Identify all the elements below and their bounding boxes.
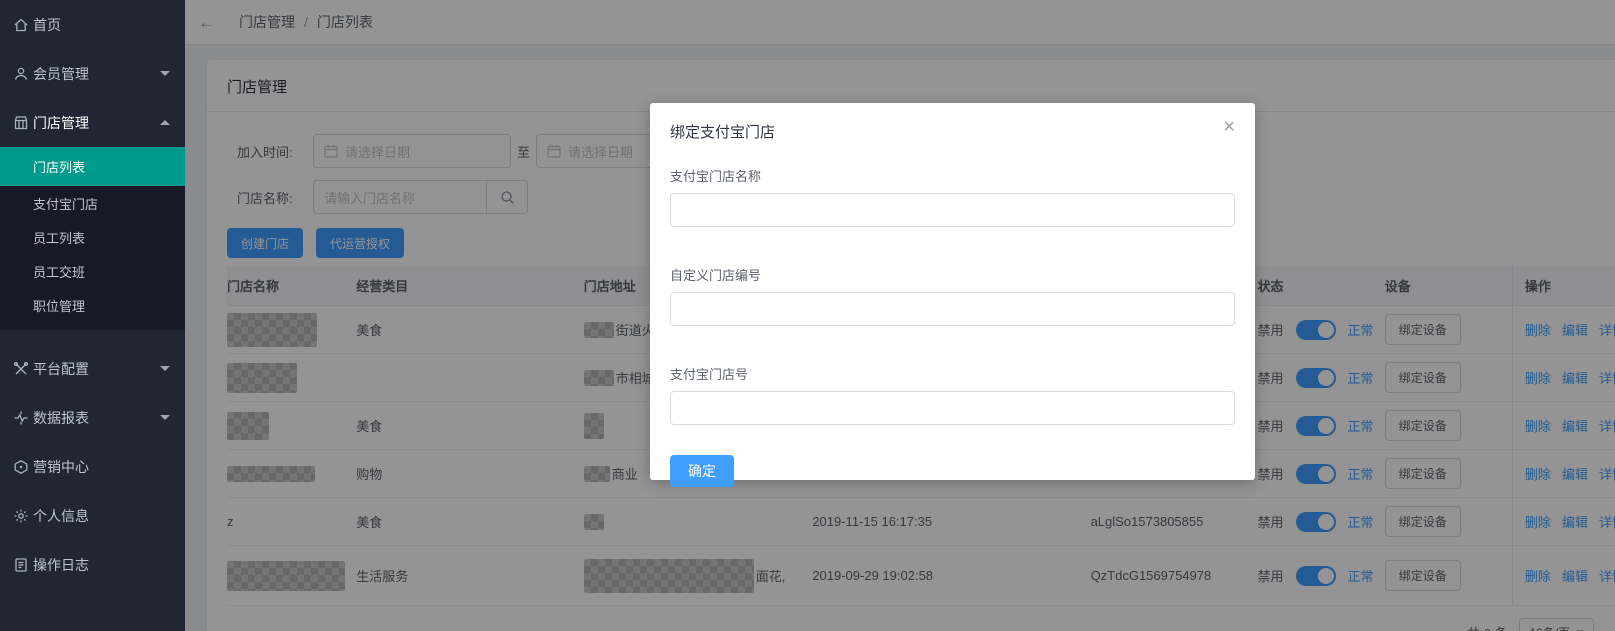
cube-icon [13, 459, 29, 475]
tools-icon [13, 361, 29, 377]
modal-fields: 支付宝门店名称 自定义门店编号 支付宝门店号 [670, 166, 1235, 425]
sidebar-item-7[interactable]: 操作日志 [0, 540, 185, 589]
submenu-store-management: 门店列表 支付宝门店 员工列表 员工交班 职位管理 [0, 147, 185, 330]
modal-field-label: 支付宝门店号 [670, 367, 749, 382]
sidebar-item-3[interactable]: 平台配置 [0, 344, 185, 393]
sidebar-item-label: 平台配置 [33, 360, 89, 377]
sidebar-item-label: 门店管理 [33, 114, 89, 131]
store-icon [13, 115, 29, 131]
sidebar-item-5[interactable]: 营销中心 [0, 442, 185, 491]
sidebar-item-label: 营销中心 [33, 458, 89, 475]
sidebar-item-0[interactable]: 首页 [0, 0, 185, 49]
chevron-down-icon [160, 71, 170, 76]
submenu-item-4[interactable]: 职位管理 [0, 288, 185, 322]
modal-field-label: 支付宝门店名称 [670, 169, 762, 184]
sidebar-item-label: 会员管理 [33, 65, 89, 82]
chart-icon [13, 410, 29, 426]
chevron-down-icon [160, 366, 170, 371]
bind-alipay-store-modal: 绑定支付宝门店 × 支付宝门店名称 自定义门店编号 支付宝门店号 确定 [650, 103, 1255, 487]
home-icon [13, 17, 29, 33]
sidebar-item-label: 操作日志 [33, 556, 89, 573]
modal-field-label: 自定义门店编号 [670, 268, 762, 283]
submenu-item-2[interactable]: 员工列表 [0, 220, 185, 254]
sidebar-item-2[interactable]: 门店管理 [0, 98, 185, 147]
modal-field-group-1: 自定义门店编号 [670, 265, 1235, 326]
sidebar-item-label: 数据报表 [33, 409, 89, 426]
confirm-button[interactable]: 确定 [670, 455, 734, 487]
close-icon[interactable]: × [1223, 117, 1235, 137]
log-icon [13, 557, 29, 573]
modal-field-group-0: 支付宝门店名称 [670, 166, 1235, 227]
user-icon [13, 66, 29, 82]
sidebar-item-1[interactable]: 会员管理 [0, 49, 185, 98]
sidebar-item-label: 首页 [33, 16, 61, 33]
submenu-item-0[interactable]: 门店列表 [0, 147, 185, 186]
submenu-item-3[interactable]: 员工交班 [0, 254, 185, 288]
sidebar: 首页会员管理门店管理门店列表 支付宝门店 员工列表 员工交班 职位管理平台配置数据报表营… [0, 0, 185, 631]
gear-icon [13, 508, 29, 524]
sidebar-item-4[interactable]: 数据报表 [0, 393, 185, 442]
sidebar-item-6[interactable]: 个人信息 [0, 491, 185, 540]
sidebar-item-label: 个人信息 [33, 507, 89, 524]
modal-field-group-2: 支付宝门店号 [670, 364, 1235, 425]
modal-field-input-0[interactable] [670, 193, 1235, 227]
submenu-item-1[interactable]: 支付宝门店 [0, 186, 185, 220]
modal-field-input-1[interactable] [670, 292, 1235, 326]
chevron-down-icon [160, 415, 170, 420]
modal-field-input-2[interactable] [670, 391, 1235, 425]
sidebar-nav: 首页会员管理门店管理门店列表 支付宝门店 员工列表 员工交班 职位管理平台配置数据报表营… [0, 0, 185, 589]
modal-title: 绑定支付宝门店 [670, 124, 776, 141]
chevron-up-icon [160, 120, 170, 125]
